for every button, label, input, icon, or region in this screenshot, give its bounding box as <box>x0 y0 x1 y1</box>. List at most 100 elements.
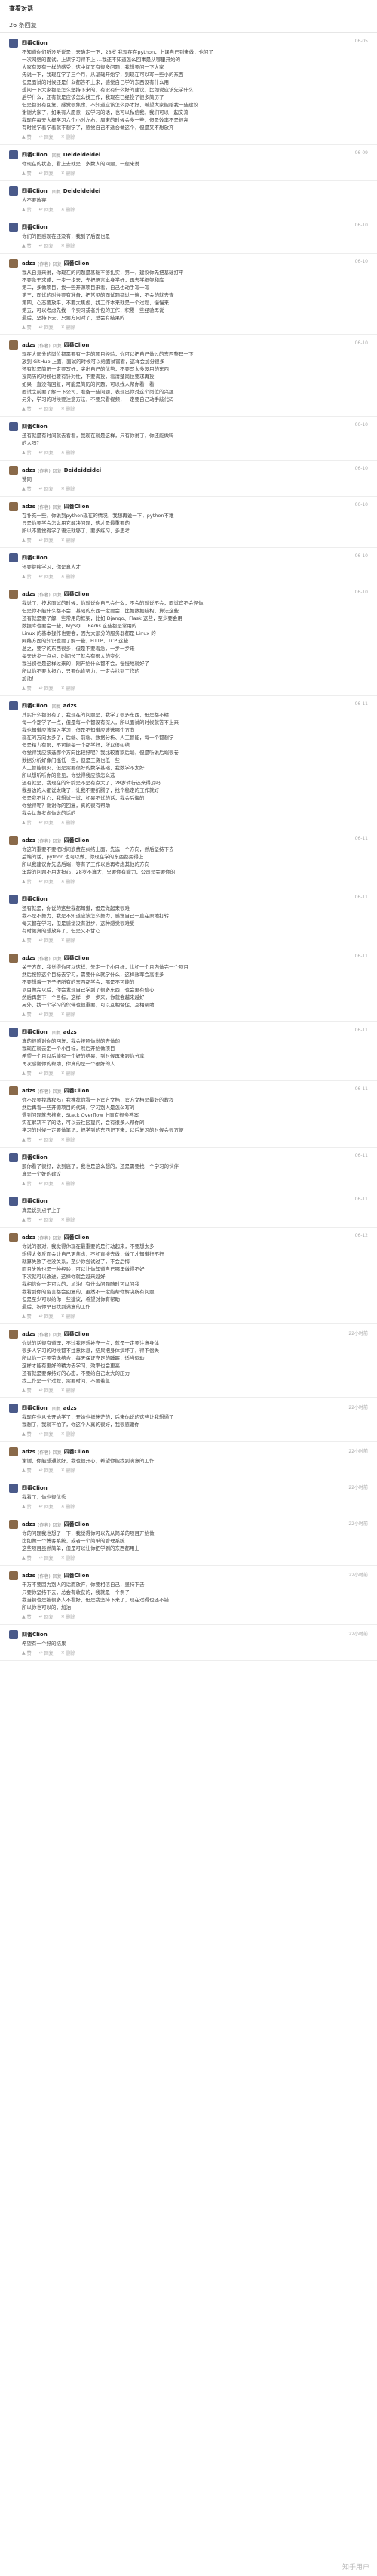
user-name[interactable]: adzs <box>22 342 35 348</box>
delete-button[interactable]: ✕ 删除 <box>61 1503 75 1510</box>
avatar[interactable] <box>9 1630 18 1639</box>
delete-button[interactable]: ✕ 删除 <box>61 937 75 944</box>
avatar[interactable] <box>9 1484 18 1493</box>
reply-button[interactable]: ↩ 回复 <box>39 1011 54 1018</box>
user-name[interactable]: 四番Clion <box>22 151 48 159</box>
reply-target-user[interactable]: Deideideidei <box>63 152 100 158</box>
user-name[interactable]: adzs <box>22 467 35 473</box>
like-button[interactable]: ▲ 赞 <box>22 1387 32 1394</box>
reply-button[interactable]: ↩ 回复 <box>39 1313 54 1320</box>
reply-button[interactable]: ↩ 回复 <box>39 573 54 580</box>
avatar[interactable] <box>9 1197 18 1206</box>
like-button[interactable]: ▲ 赞 <box>22 937 32 944</box>
reply-target-user[interactable]: 四番Clion <box>64 590 90 598</box>
reply-target-user[interactable]: 四番Clion <box>64 954 90 962</box>
reply-button[interactable]: ↩ 回复 <box>39 1613 54 1620</box>
reply-button[interactable]: ↩ 回复 <box>39 324 54 331</box>
user-name[interactable]: 四番Clion <box>22 1484 48 1492</box>
reply-button[interactable]: ↩ 回复 <box>39 1180 54 1187</box>
user-name[interactable]: adzs <box>22 1449 35 1455</box>
reply-button[interactable]: ↩ 回复 <box>39 1216 54 1223</box>
user-name[interactable]: adzs <box>22 591 35 597</box>
reply-target-user[interactable]: 四番Clion <box>64 503 90 510</box>
avatar[interactable] <box>9 186 18 196</box>
like-button[interactable]: ▲ 赞 <box>22 1313 32 1320</box>
delete-button[interactable]: ✕ 删除 <box>61 134 75 140</box>
like-button[interactable]: ▲ 赞 <box>22 1011 32 1018</box>
like-button[interactable]: ▲ 赞 <box>22 206 32 213</box>
like-button[interactable]: ▲ 赞 <box>22 1503 32 1510</box>
user-name[interactable]: 四番Clion <box>22 1028 48 1036</box>
user-name[interactable]: adzs <box>22 1331 35 1337</box>
delete-button[interactable]: ✕ 删除 <box>61 1313 75 1320</box>
delete-button[interactable]: ✕ 删除 <box>61 1555 75 1561</box>
delete-button[interactable]: ✕ 删除 <box>61 878 75 885</box>
reply-target-user[interactable]: 四番Clion <box>64 1087 90 1095</box>
like-button[interactable]: ▲ 赞 <box>22 573 32 580</box>
user-name[interactable]: adzs <box>22 260 35 267</box>
reply-button[interactable]: ↩ 回复 <box>39 937 54 944</box>
reply-button[interactable]: ↩ 回复 <box>39 537 54 544</box>
avatar[interactable] <box>9 39 18 48</box>
avatar[interactable] <box>9 1028 18 1037</box>
delete-button[interactable]: ✕ 删除 <box>61 1467 75 1474</box>
avatar[interactable] <box>9 466 18 475</box>
reply-button[interactable]: ↩ 回复 <box>39 1555 54 1561</box>
like-button[interactable]: ▲ 赞 <box>22 1136 32 1143</box>
delete-button[interactable]: ✕ 删除 <box>61 537 75 544</box>
user-name[interactable]: 四番Clion <box>22 223 48 231</box>
reply-button[interactable]: ↩ 回复 <box>39 134 54 140</box>
user-name[interactable]: 四番Clion <box>22 554 48 562</box>
delete-button[interactable]: ✕ 删除 <box>61 685 75 692</box>
reply-target-user[interactable]: adzs <box>63 703 77 709</box>
like-button[interactable]: ▲ 赞 <box>22 1216 32 1223</box>
avatar[interactable] <box>9 340 18 350</box>
delete-button[interactable]: ✕ 删除 <box>61 1650 75 1656</box>
like-button[interactable]: ▲ 赞 <box>22 1180 32 1187</box>
reply-target-user[interactable]: 四番Clion <box>64 837 90 844</box>
like-button[interactable]: ▲ 赞 <box>22 685 32 692</box>
like-button[interactable]: ▲ 赞 <box>22 1070 32 1077</box>
avatar[interactable] <box>9 259 18 268</box>
reply-target-user[interactable]: 四番Clion <box>64 1521 90 1528</box>
delete-button[interactable]: ✕ 删除 <box>61 1070 75 1077</box>
user-name[interactable]: adzs <box>22 1521 35 1527</box>
reply-button[interactable]: ↩ 回复 <box>39 1503 54 1510</box>
user-name[interactable]: 四番Clion <box>22 39 48 47</box>
like-button[interactable]: ▲ 赞 <box>22 134 32 140</box>
like-button[interactable]: ▲ 赞 <box>22 819 32 826</box>
user-name[interactable]: adzs <box>22 1573 35 1579</box>
reply-button[interactable]: ↩ 回复 <box>39 1650 54 1656</box>
like-button[interactable]: ▲ 赞 <box>22 485 32 492</box>
delete-button[interactable]: ✕ 删除 <box>61 170 75 177</box>
like-button[interactable]: ▲ 赞 <box>22 1650 32 1656</box>
user-name[interactable]: 四番Clion <box>22 1154 48 1161</box>
reply-target-user[interactable]: Deideideidei <box>64 467 101 473</box>
reply-target-user[interactable]: 四番Clion <box>64 1330 90 1338</box>
reply-target-user[interactable]: 四番Clion <box>64 1448 90 1456</box>
like-button[interactable]: ▲ 赞 <box>22 449 32 456</box>
like-button[interactable]: ▲ 赞 <box>22 1613 32 1620</box>
user-name[interactable]: adzs <box>22 955 35 961</box>
reply-button[interactable]: ↩ 回复 <box>39 1136 54 1143</box>
reply-target-user[interactable]: adzs <box>63 1029 77 1035</box>
avatar[interactable] <box>9 701 18 710</box>
reply-button[interactable]: ↩ 回复 <box>39 819 54 826</box>
delete-button[interactable]: ✕ 删除 <box>61 1387 75 1394</box>
delete-button[interactable]: ✕ 删除 <box>61 819 75 826</box>
avatar[interactable] <box>9 1330 18 1339</box>
reply-target-user[interactable]: Deideideidei <box>63 188 100 194</box>
like-button[interactable]: ▲ 赞 <box>22 170 32 177</box>
avatar[interactable] <box>9 150 18 159</box>
delete-button[interactable]: ✕ 删除 <box>61 242 75 249</box>
user-name[interactable]: 四番Clion <box>22 187 48 195</box>
reply-button[interactable]: ↩ 回复 <box>39 878 54 885</box>
user-name[interactable]: 四番Clion <box>22 1631 48 1638</box>
reply-target-user[interactable]: adzs <box>63 1405 77 1411</box>
delete-button[interactable]: ✕ 删除 <box>61 324 75 331</box>
reply-target-user[interactable]: 四番Clion <box>64 1572 90 1579</box>
user-name[interactable]: adzs <box>22 504 35 510</box>
user-name[interactable]: adzs <box>22 837 35 843</box>
delete-button[interactable]: ✕ 删除 <box>61 1011 75 1018</box>
delete-button[interactable]: ✕ 删除 <box>61 206 75 213</box>
